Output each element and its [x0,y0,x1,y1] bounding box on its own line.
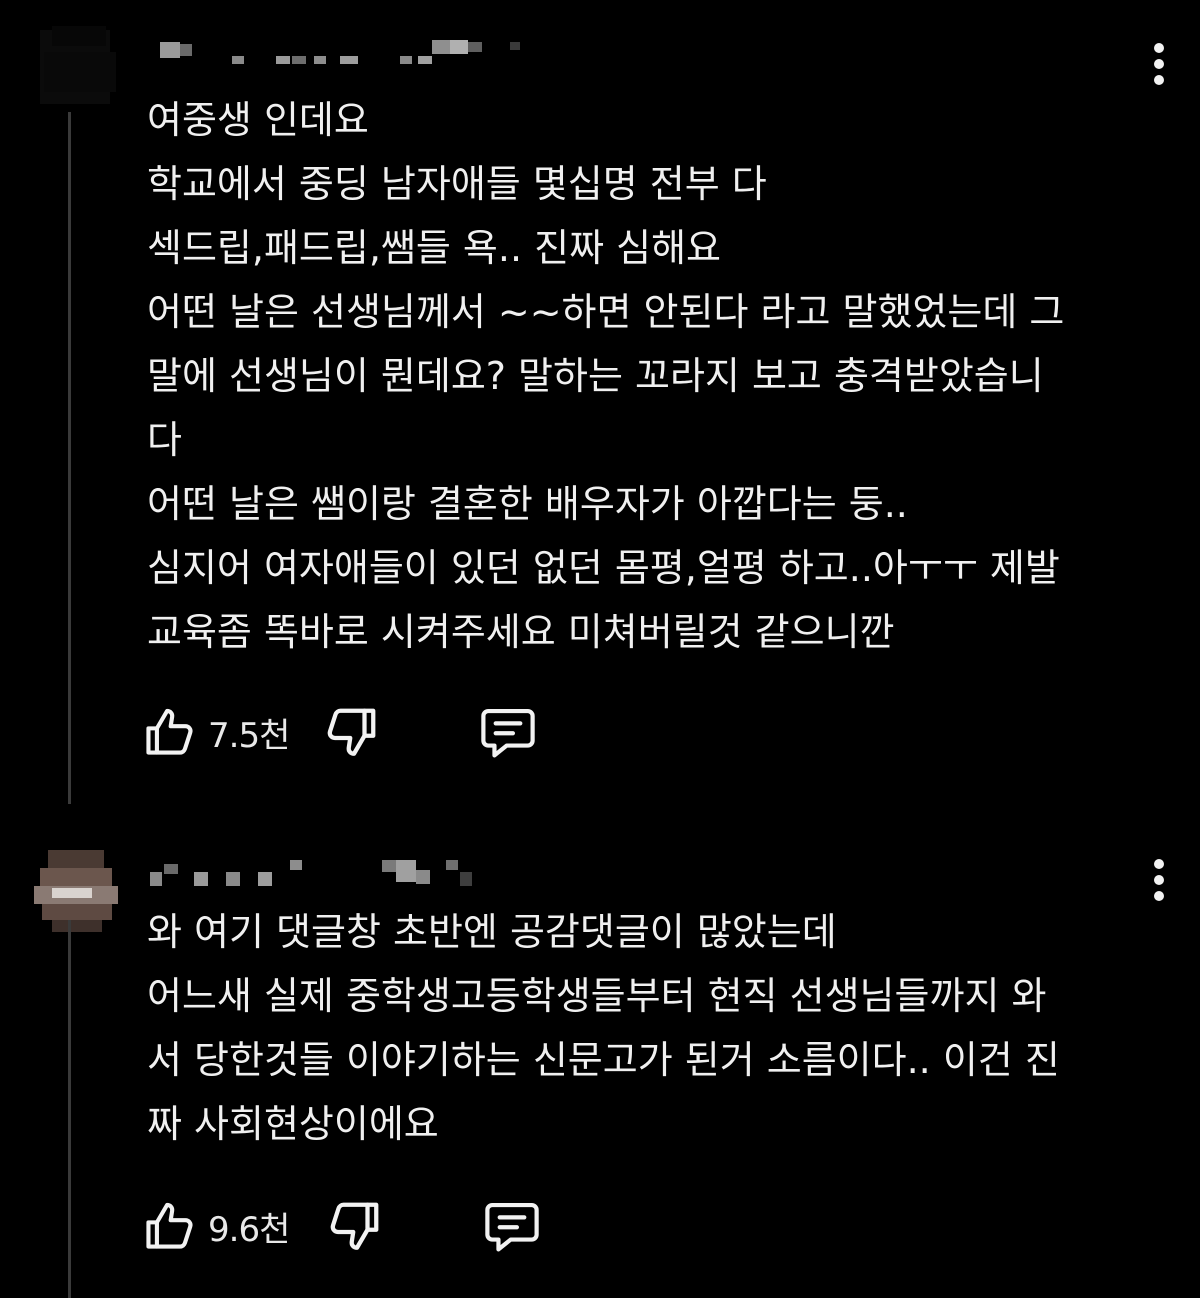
comment: 여중생 인데요 학교에서 중딩 남자애들 몇십명 전부 다 섹드립,패드립,쌤들… [0,0,1200,810]
thumbs-down-icon [327,708,376,756]
thumbs-up-icon [146,708,193,755]
reply-button[interactable] [476,702,540,762]
username[interactable] [150,30,530,70]
username[interactable] [150,852,480,892]
dislike-button[interactable] [325,1196,385,1256]
like-count: 7.5천 [208,715,290,756]
comment-line: 어느새 실제 중학생고등학생들부터 현직 선생님들까지 와 [147,974,1047,1018]
like-button[interactable]: 7.5천 [140,700,290,764]
more-vertical-icon [1154,43,1164,85]
reply-button[interactable] [480,1196,544,1256]
reply-icon [481,708,535,758]
comment-text: 와 여기 댓글창 초반엔 공감댓글이 많았는데 어느새 실제 중학생고등학생들부… [147,900,1167,1156]
avatar[interactable] [30,846,122,936]
comment-line: 여중생 인데요 [147,98,369,142]
comment-actions: 7.5천 [140,700,560,764]
comment-line: 와 여기 댓글창 초반엔 공감댓글이 많았는데 [147,910,837,954]
avatar[interactable] [30,22,122,112]
comment-line: 학교에서 중딩 남자애들 몇십명 전부 다 [147,162,767,206]
comment-line: 다 [147,418,182,462]
reply-icon [485,1202,539,1252]
comment-line: 섹드립,패드립,쌤들 욕.. 진짜 심해요 [147,226,721,270]
comment: 와 여기 댓글창 초반엔 공감댓글이 많았는데 어느새 실제 중학생고등학생들부… [0,820,1200,1298]
like-count: 9.6천 [208,1209,290,1250]
thumbs-up-icon [146,1202,193,1249]
comment-line: 어떤 날은 쌤이랑 결혼한 배우자가 아깝다는 둥.. [147,482,908,526]
thread-line [68,920,71,1298]
thumbs-down-icon [330,1202,379,1250]
comment-line: 어떤 날은 선생님께서 ~~하면 안된다 라고 말했었는데 그 [147,290,1065,334]
dislike-button[interactable] [322,702,382,762]
comment-line: 서 당한것들 이야기하는 신문고가 된거 소름이다.. 이건 진 [147,1038,1060,1082]
comment-text: 여중생 인데요 학교에서 중딩 남자애들 몇십명 전부 다 섹드립,패드립,쌤들… [147,88,1167,664]
comment-line: 교육좀 똑바로 시켜주세요 미쳐버릴것 같으니깐 [147,610,895,654]
comment-line: 말에 선생님이 뭔데요? 말하는 꼬라지 보고 충격받았습니 [147,354,1044,398]
more-options-button[interactable] [1138,34,1180,94]
comment-actions: 9.6천 [140,1194,560,1258]
comment-line: 심지어 여자애들이 있던 없던 몸평,얼평 하고..아ㅜㅜ 제발 [147,546,1060,590]
thread-line [68,112,71,804]
comment-line: 짜 사회현상이에요 [147,1102,439,1146]
like-button[interactable]: 9.6천 [140,1194,290,1258]
